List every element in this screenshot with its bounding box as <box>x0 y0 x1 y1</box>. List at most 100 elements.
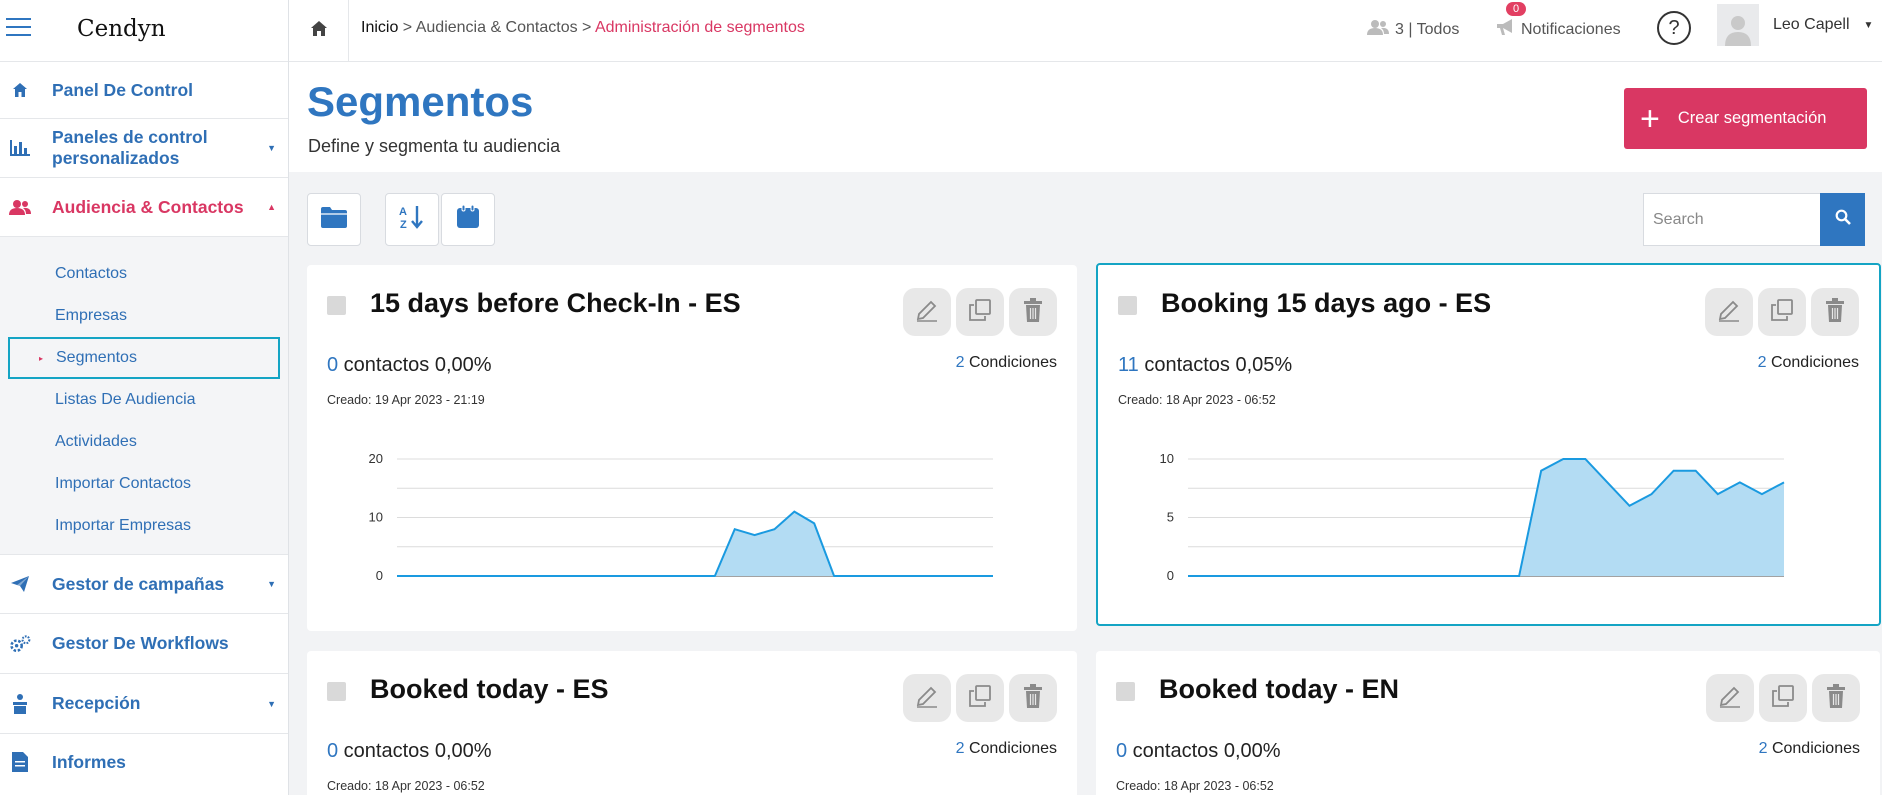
submenu-item-importar-contactos[interactable]: Importar Contactos <box>0 463 288 505</box>
notifications-button[interactable]: Notificaciones <box>1497 19 1621 40</box>
edit-button[interactable] <box>903 674 951 722</box>
home-icon <box>9 79 31 101</box>
calendar-icon <box>456 204 480 234</box>
segment-title[interactable]: Booked today - EN <box>1159 674 1399 705</box>
segment-actions <box>1706 674 1860 722</box>
create-segment-button[interactable]: + Crear segmentación <box>1624 88 1867 149</box>
sidebar-item-panel-de-control[interactable]: Panel De Control <box>0 62 288 119</box>
submenu-item-importar-empresas[interactable]: Importar Empresas <box>0 505 288 547</box>
segment-checkbox[interactable] <box>327 682 346 701</box>
chart-y-tick-label: 10 <box>1160 451 1174 466</box>
segment-stats: 11 contactos 0,05% <box>1118 354 1292 377</box>
sidebar-item-label: Panel De Control <box>52 79 193 100</box>
breadcrumb-audiencia-link[interactable]: Audiencia & Contactos <box>416 19 578 36</box>
hamburger-menu-icon[interactable] <box>6 18 31 37</box>
svg-text:A: A <box>399 206 407 218</box>
help-button[interactable]: ? <box>1657 11 1691 45</box>
user-menu[interactable]: Leo Capell ▼ <box>1717 4 1873 46</box>
delete-button[interactable] <box>1812 674 1860 722</box>
segment-stats: 0 contactos 0,00% <box>327 740 492 763</box>
segment-checkbox[interactable] <box>1118 296 1137 315</box>
segment-card: Booked today - EN 0 contactos 0,00% 2 Co… <box>1096 651 1880 795</box>
conditions-link[interactable]: 2 Condiciones <box>1758 354 1859 372</box>
sidebar-item-audiencia-contactos[interactable]: Audiencia & Contactos ▲ <box>0 178 288 237</box>
conditions-link[interactable]: 2 Condiciones <box>956 354 1057 372</box>
sidebar-item-gestor-workflows[interactable]: Gestor De Workflows <box>0 614 288 674</box>
notifications-count-badge: 0 <box>1506 2 1526 16</box>
notifications-label: Notificaciones <box>1521 20 1621 38</box>
edit-button[interactable] <box>1706 674 1754 722</box>
segment-stats: 0 contactos 0,00% <box>327 354 492 377</box>
contact-count: 0 <box>1116 740 1128 762</box>
submenu-item-empresas[interactable]: Empresas <box>0 295 288 337</box>
segment-card: Booking 15 days ago - ES 11 contactos 0,… <box>1096 263 1881 626</box>
segment-actions <box>1705 288 1859 336</box>
delete-button[interactable] <box>1009 288 1057 336</box>
users-icon <box>1367 19 1389 40</box>
segment-checkbox[interactable] <box>327 296 346 315</box>
page-header: Segmentos Define y segmenta tu audiencia… <box>289 62 1882 172</box>
segment-title[interactable]: Booked today - ES <box>370 674 609 705</box>
submenu-item-contactos[interactable]: Contactos <box>0 253 288 295</box>
delete-button[interactable] <box>1009 674 1057 722</box>
sidebar-item-recepcion[interactable]: Recepción ▼ <box>0 674 288 734</box>
paper-plane-icon <box>9 573 31 595</box>
contact-label: contactos <box>1127 740 1224 762</box>
plus-icon: + <box>1640 99 1660 138</box>
conditions-label: Condiciones <box>1767 740 1860 757</box>
search-input[interactable] <box>1643 193 1821 246</box>
page-title: Segmentos <box>307 78 534 125</box>
pencil-icon <box>1717 298 1741 327</box>
delete-button[interactable] <box>1811 288 1859 336</box>
folder-icon <box>321 206 347 233</box>
folder-button[interactable] <box>307 193 361 246</box>
contact-percent: 0,05% <box>1235 354 1293 376</box>
segment-title[interactable]: Booking 15 days ago - ES <box>1161 288 1491 319</box>
conditions-count: 2 <box>1758 740 1768 757</box>
chevron-down-icon: ▼ <box>267 143 276 153</box>
sidebar-item-informes[interactable]: Informes <box>0 734 288 790</box>
edit-button[interactable] <box>1705 288 1753 336</box>
online-users-indicator[interactable]: 3 | Todos <box>1367 19 1459 40</box>
segment-title[interactable]: 15 days before Check-In - ES <box>370 288 741 319</box>
brand-bar: Cendyn <box>0 0 288 62</box>
conditions-link[interactable]: 2 Condiciones <box>1759 740 1860 758</box>
edit-button[interactable] <box>903 288 951 336</box>
sidebar-item-paneles-personalizados[interactable]: Paneles de control personalizados ▼ <box>0 119 288 178</box>
bullet-icon: ▸ <box>39 353 44 363</box>
search-button[interactable] <box>1820 193 1865 246</box>
copy-icon <box>968 298 992 327</box>
conditions-link[interactable]: 2 Condiciones <box>956 740 1057 758</box>
submenu-item-actividades[interactable]: Actividades <box>0 421 288 463</box>
conditions-label: Condiciones <box>964 354 1057 371</box>
sort-date-button[interactable] <box>441 193 495 246</box>
trash-icon <box>1825 297 1845 327</box>
sidebar-item-label: Gestor De Workflows <box>52 633 229 653</box>
duplicate-button[interactable] <box>956 288 1004 336</box>
home-button[interactable] <box>289 0 349 62</box>
svg-text:Z: Z <box>400 219 407 230</box>
duplicate-button[interactable] <box>1758 288 1806 336</box>
conditions-label: Condiciones <box>1766 354 1859 371</box>
document-icon <box>9 751 31 773</box>
sidebar-item-gestor-campanas[interactable]: Gestor de campañas ▼ <box>0 555 288 614</box>
duplicate-button[interactable] <box>1759 674 1807 722</box>
segment-trend-chart: 0 5 10 <box>1160 451 1785 583</box>
duplicate-button[interactable] <box>956 674 1004 722</box>
pencil-icon <box>1718 684 1742 713</box>
contact-percent: 0,00% <box>434 354 492 376</box>
conditions-count: 2 <box>955 740 965 757</box>
chart-y-tick-label: 20 <box>369 451 383 466</box>
sort-alpha-button[interactable]: AZ <box>385 193 439 246</box>
cendyn-logo: Cendyn <box>77 16 166 42</box>
chart-y-tick-label: 5 <box>1167 510 1174 525</box>
segment-checkbox[interactable] <box>1116 682 1135 701</box>
chart-y-tick-label: 0 <box>376 568 383 583</box>
chevron-down-icon: ▼ <box>1863 19 1874 31</box>
breadcrumb: Inicio > Audiencia & Contactos > Adminis… <box>361 19 805 37</box>
segment-card: Booked today - ES 0 contactos 0,00% 2 Co… <box>307 651 1077 795</box>
submenu-item-listas-audiencia[interactable]: Listas De Audiencia <box>0 379 288 421</box>
reception-bell-icon <box>9 693 31 715</box>
breadcrumb-home-link[interactable]: Inicio <box>361 19 398 36</box>
submenu-item-segmentos[interactable]: ▸ Segmentos <box>8 337 280 379</box>
